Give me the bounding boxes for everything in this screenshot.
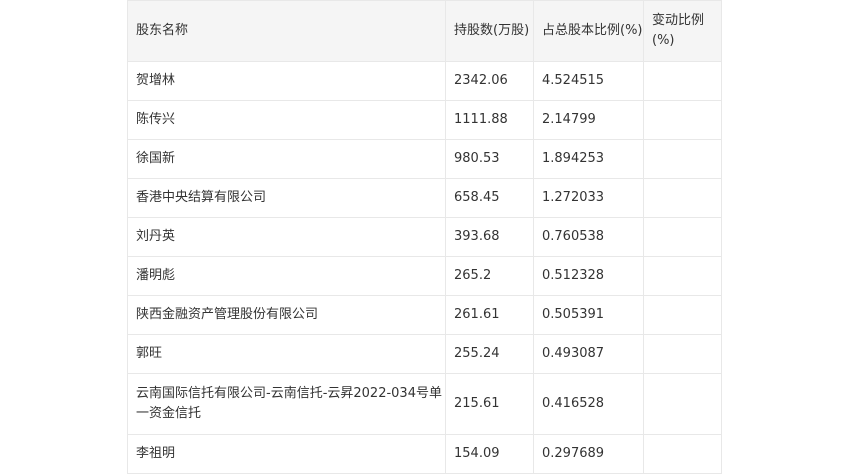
table-row: 陈传兴 1111.88 2.14799 [127, 100, 722, 140]
cell-share-ratio: 0.297689 [533, 434, 644, 474]
cell-shareholder-name: 李祖明 [127, 434, 446, 474]
header-shareholder-name: 股东名称 [127, 0, 446, 62]
header-share-ratio: 占总股本比例(%) [533, 0, 644, 62]
cell-share-ratio: 0.760538 [533, 217, 644, 257]
table-header: 股东名称 持股数(万股) 占总股本比例(%) 变动比例(%) [127, 0, 722, 62]
cell-shareholder-name: 潘明彪 [127, 256, 446, 296]
cell-share-ratio: 1.272033 [533, 178, 644, 218]
cell-share-ratio: 2.14799 [533, 100, 644, 140]
cell-shareholder-name: 香港中央结算有限公司 [127, 178, 446, 218]
cell-shares-held: 393.68 [445, 217, 534, 257]
cell-shareholder-name: 陈传兴 [127, 100, 446, 140]
cell-share-ratio: 0.493087 [533, 334, 644, 374]
table-row: 云南国际信托有限公司-云南信托-云昇2022-034号单一资金信托 215.61… [127, 373, 722, 435]
cell-shares-held: 980.53 [445, 139, 534, 179]
cell-share-ratio: 0.512328 [533, 256, 644, 296]
cell-change-ratio [643, 295, 722, 335]
cell-shares-held: 658.45 [445, 178, 534, 218]
cell-shares-held: 265.2 [445, 256, 534, 296]
cell-shareholder-name: 贺增林 [127, 61, 446, 101]
cell-shareholder-name: 刘丹英 [127, 217, 446, 257]
cell-change-ratio [643, 139, 722, 179]
cell-shares-held: 1111.88 [445, 100, 534, 140]
header-row: 股东名称 持股数(万股) 占总股本比例(%) 变动比例(%) [127, 0, 722, 62]
table-row: 李祖明 154.09 0.297689 [127, 434, 722, 474]
table-row: 郭旺 255.24 0.493087 [127, 334, 722, 374]
cell-change-ratio [643, 334, 722, 374]
cell-change-ratio [643, 61, 722, 101]
table-row: 刘丹英 393.68 0.760538 [127, 217, 722, 257]
cell-change-ratio [643, 256, 722, 296]
header-shares-held: 持股数(万股) [445, 0, 534, 62]
cell-shares-held: 154.09 [445, 434, 534, 474]
cell-change-ratio [643, 178, 722, 218]
cell-change-ratio [643, 217, 722, 257]
table-row: 香港中央结算有限公司 658.45 1.272033 [127, 178, 722, 218]
cell-change-ratio [643, 373, 722, 435]
cell-shareholder-name: 陕西金融资产管理股份有限公司 [127, 295, 446, 335]
table-row: 贺增林 2342.06 4.524515 [127, 61, 722, 101]
cell-shareholder-name: 郭旺 [127, 334, 446, 374]
cell-shares-held: 2342.06 [445, 61, 534, 101]
table-body: 贺增林 2342.06 4.524515 陈传兴 1111.88 2.14799… [127, 61, 722, 474]
shareholder-table-container: 股东名称 持股数(万股) 占总股本比例(%) 变动比例(%) 贺增林 2342.… [127, 0, 722, 474]
cell-share-ratio: 0.416528 [533, 373, 644, 435]
header-change-ratio: 变动比例(%) [643, 0, 722, 62]
cell-share-ratio: 1.894253 [533, 139, 644, 179]
cell-change-ratio [643, 100, 722, 140]
cell-shareholder-name: 云南国际信托有限公司-云南信托-云昇2022-034号单一资金信托 [127, 373, 446, 435]
cell-change-ratio [643, 434, 722, 474]
cell-shareholder-name: 徐国新 [127, 139, 446, 179]
cell-shares-held: 255.24 [445, 334, 534, 374]
cell-share-ratio: 0.505391 [533, 295, 644, 335]
cell-shares-held: 261.61 [445, 295, 534, 335]
table-row: 潘明彪 265.2 0.512328 [127, 256, 722, 296]
shareholder-table: 股东名称 持股数(万股) 占总股本比例(%) 变动比例(%) 贺增林 2342.… [127, 0, 722, 474]
table-row: 陕西金融资产管理股份有限公司 261.61 0.505391 [127, 295, 722, 335]
cell-shares-held: 215.61 [445, 373, 534, 435]
cell-share-ratio: 4.524515 [533, 61, 644, 101]
table-row: 徐国新 980.53 1.894253 [127, 139, 722, 179]
